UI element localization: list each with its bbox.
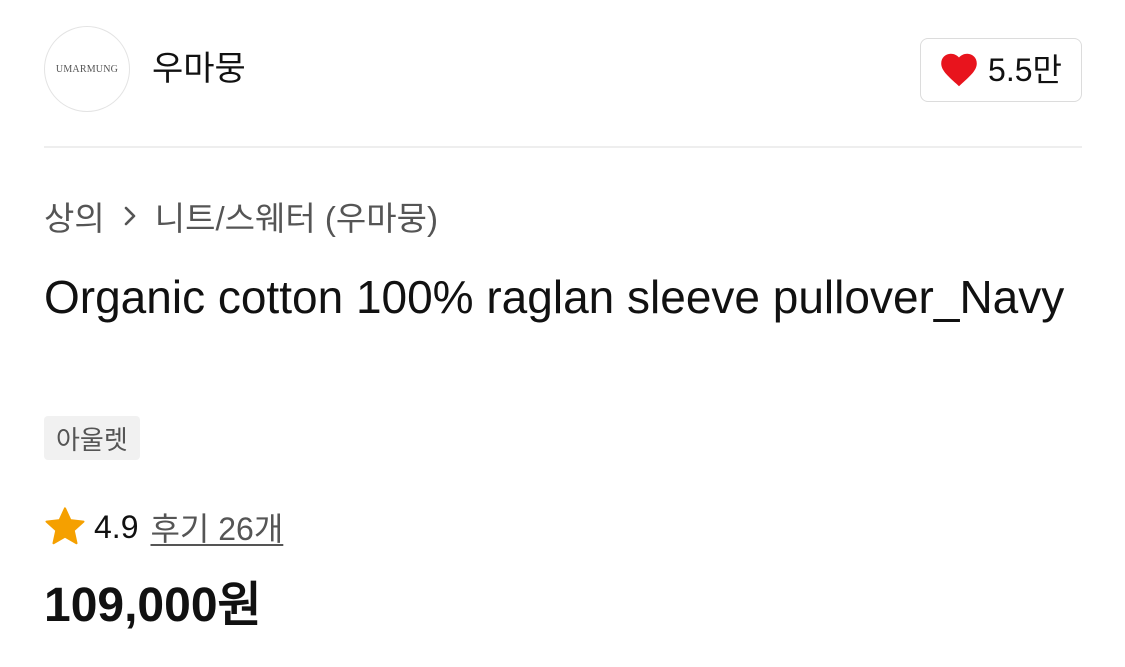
like-count: 5.5만 bbox=[988, 52, 1062, 88]
breadcrumb-category[interactable]: 상의 bbox=[44, 192, 105, 240]
brand-name[interactable]: 우마뭉 bbox=[152, 48, 246, 90]
outlet-tag: 아울렛 bbox=[44, 416, 140, 460]
chevron-right-icon bbox=[123, 205, 137, 227]
rating-row: 4.9 후기 26개 bbox=[44, 504, 283, 550]
breadcrumb-subcategory[interactable]: 니트/스웨터 (우마뭉) bbox=[155, 192, 438, 240]
brand-header: UMARMUNG 우마뭉 5.5만 bbox=[44, 26, 1082, 114]
product-title: Organic cotton 100% raglan sleeve pullov… bbox=[44, 271, 1065, 323]
heart-icon bbox=[940, 53, 978, 87]
brand-logo[interactable]: UMARMUNG bbox=[44, 26, 130, 112]
like-button[interactable]: 5.5만 bbox=[920, 38, 1082, 102]
divider bbox=[44, 146, 1082, 148]
review-link[interactable]: 후기 26개 bbox=[150, 504, 283, 550]
breadcrumb: 상의 니트/스웨터 (우마뭉) bbox=[44, 194, 438, 238]
rating-value: 4.9 bbox=[94, 508, 139, 545]
product-price: 109,000원 bbox=[44, 579, 262, 632]
star-icon bbox=[44, 507, 94, 547]
